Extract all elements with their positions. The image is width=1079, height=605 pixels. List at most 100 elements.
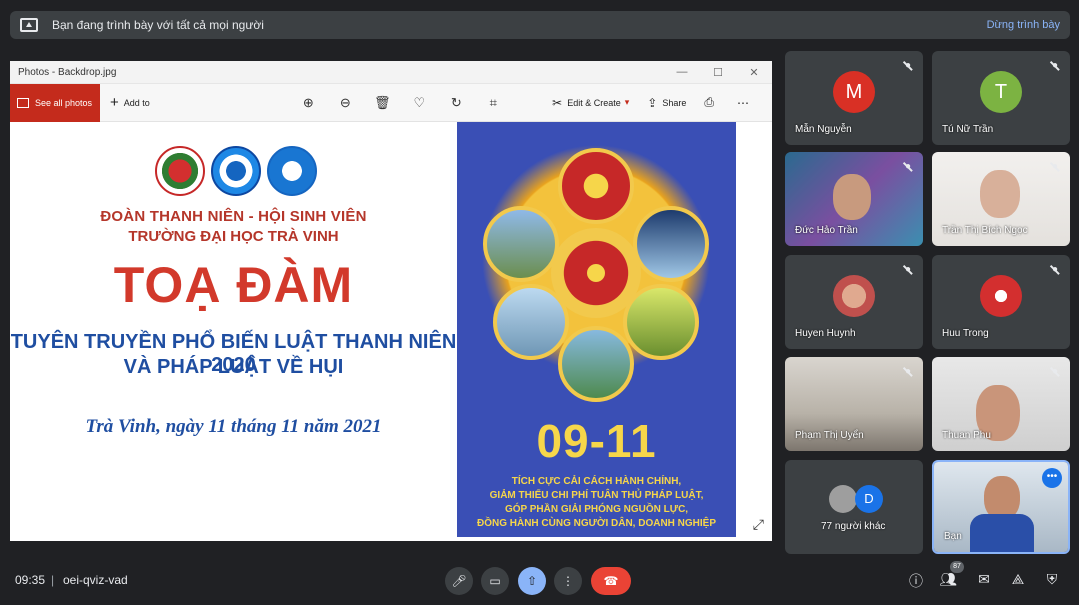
camera-button[interactable]: ▭ <box>481 567 509 595</box>
info-icon[interactable]: ⓘ <box>906 571 926 591</box>
window-titlebar: Photos - Backdrop.jpg — ☐ ✕ <box>10 61 772 84</box>
participant-tile[interactable]: ● Trần Thị Bích Ngọc <box>932 152 1070 246</box>
student-association-logo <box>267 146 317 196</box>
participant-name: Đức Hảo Trần <box>795 225 858 236</box>
activities-icon[interactable]: ⟁ <box>1008 571 1028 588</box>
maximize-icon[interactable]: ☐ <box>700 66 736 79</box>
close-icon[interactable]: ✕ <box>736 66 772 79</box>
share-icon: ⇪ <box>647 95 658 110</box>
zoom-in-icon[interactable]: ⊕ <box>290 95 327 111</box>
more-options-button[interactable]: ⋯ <box>737 96 754 110</box>
youth-union-logo <box>155 146 205 196</box>
leave-call-button[interactable]: ☎︎ <box>591 567 631 595</box>
crop-icon[interactable]: ⌗ <box>475 95 512 111</box>
participant-name: Phạm Thị Uyển <box>795 430 864 441</box>
see-all-photos-button[interactable]: See all photos <box>10 83 100 122</box>
chat-icon[interactable]: ✉ <box>974 571 994 588</box>
bay-photo <box>558 326 634 402</box>
participant-tile[interactable]: ● Phạm Thị Uyển <box>785 357 923 451</box>
participant-name: Huyen Huynh <box>795 328 856 339</box>
people-icon[interactable]: 👥︎ <box>938 571 958 588</box>
print-button[interactable]: ⎙ <box>704 95 719 110</box>
minimize-icon[interactable]: — <box>664 66 700 79</box>
participant-name: Tú Nữ Trần <box>942 124 994 135</box>
shared-photos-window: Photos - Backdrop.jpg — ☐ ✕ See all phot… <box>10 61 772 541</box>
people-count-badge: 87 <box>950 561 964 573</box>
bridge-photo <box>633 206 709 282</box>
more-horizontal-icon: ⋯ <box>737 95 749 110</box>
avatar: D <box>855 485 883 513</box>
presenting-banner: Bạn đang trình bày với tất cả mọi người … <box>10 11 1070 39</box>
chevron-down-icon: ▾ <box>624 97 630 107</box>
add-to-button[interactable]: + Add to <box>110 95 150 110</box>
poster-headline: TOẠ ĐÀM <box>113 257 354 313</box>
slogan-line-2: GIẢM THIỂU CHI PHÍ TUÂN THỦ PHÁP LUẬT, <box>489 490 704 501</box>
avatar <box>829 485 857 513</box>
share-label: Share <box>662 97 687 108</box>
host-controls-icon[interactable]: ⛨ <box>1042 571 1062 588</box>
participant-name: Thuan Phu <box>942 430 991 441</box>
participant-tile[interactable]: ● Huyen Huynh <box>785 255 923 349</box>
landmark-photo <box>483 206 559 282</box>
participant-name: Bạn <box>944 531 962 542</box>
present-screen-icon <box>20 18 38 32</box>
slogan-line-4: ĐỒNG HÀNH CÙNG NGƯỜI DÂN, DOANH NGHIỆP <box>476 518 717 529</box>
add-to-label: Add to <box>123 97 150 108</box>
more-vertical-button[interactable]: ⋮ <box>554 567 582 595</box>
fullscreen-icon[interactable]: ⤢ <box>753 516 764 533</box>
avatar <box>833 275 875 318</box>
avatar <box>980 275 1022 318</box>
edit-create-button[interactable]: ✂ Edit & Create ▾ <box>552 96 629 110</box>
mic-off-icon: ● <box>901 263 915 277</box>
participant-name: Mẫn Nguyễn <box>795 124 852 135</box>
share-button[interactable]: ⇪ Share <box>647 96 686 110</box>
organizer-line-1: ĐOÀN THANH NIÊN - HỘI SINH VIÊN <box>100 208 367 225</box>
favorite-icon[interactable]: ♡ <box>401 95 438 111</box>
others-tile[interactable]: D 77 người khác <box>785 460 923 554</box>
see-all-label: See all photos <box>35 97 93 108</box>
window-title: Photos - Backdrop.jpg <box>18 66 117 78</box>
participant-tile[interactable]: ● T Tú Nữ Trần <box>932 51 1070 145</box>
mic-off-icon: ● <box>1048 263 1062 277</box>
participant-name: Trần Thị Bích Ngọc <box>942 225 1028 236</box>
microphone-button[interactable]: 🎤︎ <box>445 567 473 595</box>
meeting-clock: 09:35 <box>15 573 46 587</box>
participant-tile[interactable]: ● Huu Trong <box>932 255 1070 349</box>
participant-face <box>980 170 1020 218</box>
print-icon: ⎙ <box>704 95 714 109</box>
edit-icon: ✂ <box>552 95 563 110</box>
mic-off-icon: ● <box>901 160 915 174</box>
mic-off-icon: ● <box>1048 59 1062 73</box>
photos-toolbar: See all photos + Add to ⊕ ⊖ 🗑 ♡ ↻ ⌗ ✂ Ed… <box>10 83 772 122</box>
plus-icon: + <box>110 94 119 111</box>
avatar: T <box>980 71 1022 114</box>
poster-subtitle-2: VÀ PHÁP LUẬT VỀ HỤI <box>123 356 344 378</box>
meeting-controls-bar: 09:35 | oei-qviz-vad 🎤︎ ▭ ⇧ ⋮ ☎︎ ⓘ 👥︎ 87… <box>0 560 1079 605</box>
participant-tile[interactable]: ● M Mẫn Nguyễn <box>785 51 923 145</box>
slogan-line-1: TÍCH CỰC CẢI CÁCH HÀNH CHÍNH, <box>511 476 682 487</box>
separator: | <box>51 573 55 587</box>
star-emblem <box>558 148 634 224</box>
event-poster: ĐOÀN THANH NIÊN - HỘI SINH VIÊN TRƯỜNG Đ… <box>10 122 457 541</box>
zoom-out-icon[interactable]: ⊖ <box>327 95 364 111</box>
organizer-line-2: TRƯỜNG ĐẠI HỌC TRÀ VINH <box>128 228 339 245</box>
slogan-line-3: GÓP PHẦN GIẢI PHÓNG NGUỒN LỰC, <box>504 504 689 515</box>
rotate-icon[interactable]: ↻ <box>438 95 475 111</box>
mic-off-icon: ● <box>901 365 915 379</box>
photo-icon <box>17 97 29 108</box>
law-day-poster: 09-11 TÍCH CỰC CẢI CÁCH HÀNH CHÍNH, GIẢM… <box>457 122 736 537</box>
stop-presenting-button[interactable]: Dừng trình bày <box>987 19 1060 31</box>
self-tile[interactable]: ••• Bạn <box>932 460 1070 554</box>
presenting-text: Bạn đang trình bày với tất cả mọi người <box>52 18 264 32</box>
others-count: 77 người khác <box>821 521 886 532</box>
mic-off-icon: ● <box>1048 365 1062 379</box>
photo-content: ĐOÀN THANH NIÊN - HỘI SINH VIÊN TRƯỜNG Đ… <box>10 122 772 541</box>
participant-tile[interactable]: ● Thuan Phu <box>932 357 1070 451</box>
participant-tile[interactable]: ● Đức Hảo Trần <box>785 152 923 246</box>
poster-date: Trà Vinh, ngày 11 tháng 11 năm 2021 <box>85 416 382 437</box>
national-emblem <box>551 228 641 318</box>
delete-icon[interactable]: 🗑 <box>364 95 401 111</box>
participant-name: Huu Trong <box>942 328 989 339</box>
present-button[interactable]: ⇧ <box>518 567 546 595</box>
more-options-button[interactable]: ••• <box>1042 468 1062 488</box>
